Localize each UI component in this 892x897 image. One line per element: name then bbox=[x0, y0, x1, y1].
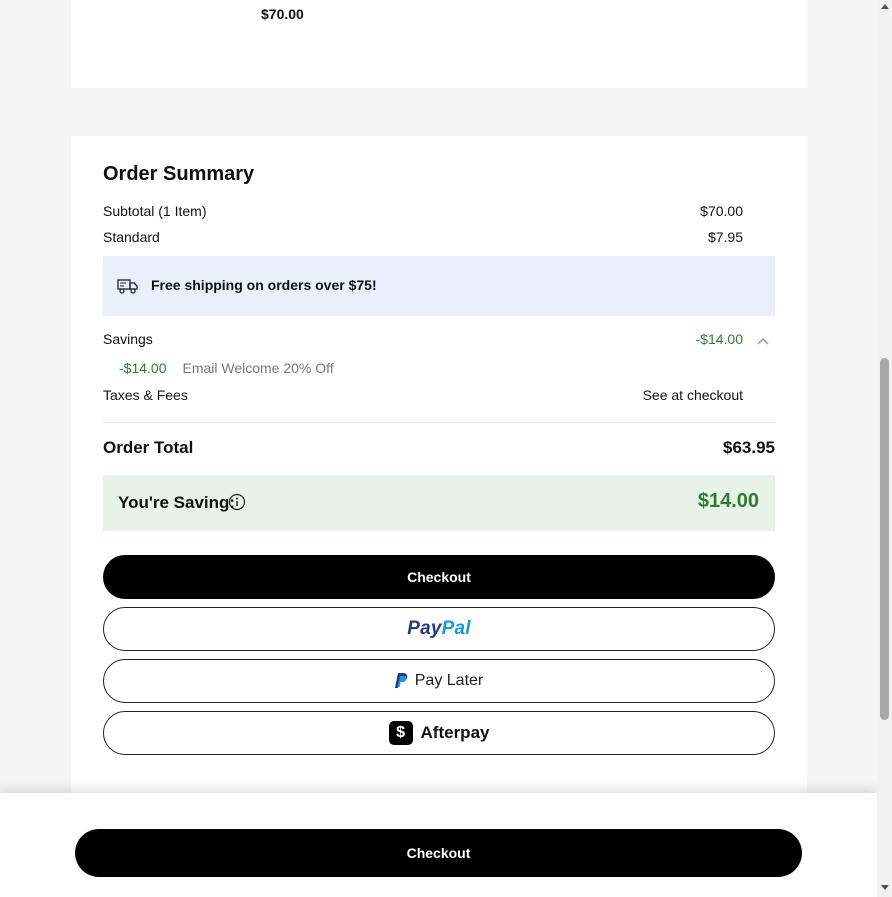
saving-label: You're Saving: bbox=[118, 493, 236, 512]
order-summary-card: Order Summary Subtotal (1 Item) $70.00 S… bbox=[71, 136, 807, 897]
divider bbox=[103, 422, 775, 423]
product-price: $70.00 bbox=[261, 6, 304, 22]
subtotal-value: $70.00 bbox=[700, 203, 743, 219]
saving-value: $14.00 bbox=[697, 490, 759, 512]
savings-value: -$14.00 bbox=[695, 331, 743, 347]
product-card: $70.00 bbox=[71, 0, 807, 88]
info-icon[interactable] bbox=[228, 493, 246, 511]
taxes-label: Taxes & Fees bbox=[103, 387, 188, 403]
you-are-saving-box: You're Saving: $14.00 bbox=[103, 475, 775, 531]
order-summary-title: Order Summary bbox=[103, 163, 255, 185]
shipping-label: Standard bbox=[103, 229, 160, 245]
order-total-label: Order Total bbox=[103, 438, 194, 457]
discount-amount: -$14.00 bbox=[119, 360, 167, 376]
pay-later-button[interactable]: Pay Later bbox=[103, 659, 775, 703]
paypal-p-icon bbox=[394, 673, 408, 688]
discount-line: -$14.00 Email Welcome 20% Off bbox=[119, 360, 334, 376]
pay-later-label: Pay Later bbox=[414, 672, 484, 689]
subtotal-label: Subtotal (1 Item) bbox=[103, 203, 207, 219]
scrollbar-thumb[interactable] bbox=[880, 358, 889, 720]
dollar-icon: $ bbox=[388, 721, 413, 745]
savings-label: Savings bbox=[103, 331, 153, 347]
free-shipping-banner: Free shipping on orders over $75! bbox=[103, 256, 775, 316]
scroll-down-arrow-icon[interactable] bbox=[881, 885, 889, 890]
cart-page: $70.00 Order Summary Subtotal (1 Item) $… bbox=[0, 0, 877, 897]
scroll-up-arrow-icon[interactable] bbox=[881, 4, 889, 9]
discount-name: Email Welcome 20% Off bbox=[182, 360, 334, 376]
order-total-value: $63.95 bbox=[723, 438, 775, 457]
paypal-logo: PayPal bbox=[407, 618, 471, 639]
sticky-footer: Checkout bbox=[0, 793, 877, 897]
checkout-button[interactable]: Checkout bbox=[103, 555, 775, 599]
taxes-value: See at checkout bbox=[642, 387, 743, 403]
chevron-up-icon[interactable] bbox=[756, 336, 770, 346]
afterpay-label: Afterpay bbox=[420, 723, 490, 742]
shipping-value: $7.95 bbox=[707, 229, 743, 245]
truck-icon bbox=[117, 279, 138, 294]
sticky-checkout-button[interactable]: Checkout bbox=[75, 829, 802, 877]
paypal-button[interactable]: PayPal bbox=[103, 607, 775, 651]
scrollbar[interactable] bbox=[877, 0, 892, 897]
afterpay-button[interactable]: $ Afterpay bbox=[103, 711, 775, 755]
free-shipping-text: Free shipping on orders over $75! bbox=[151, 277, 377, 293]
